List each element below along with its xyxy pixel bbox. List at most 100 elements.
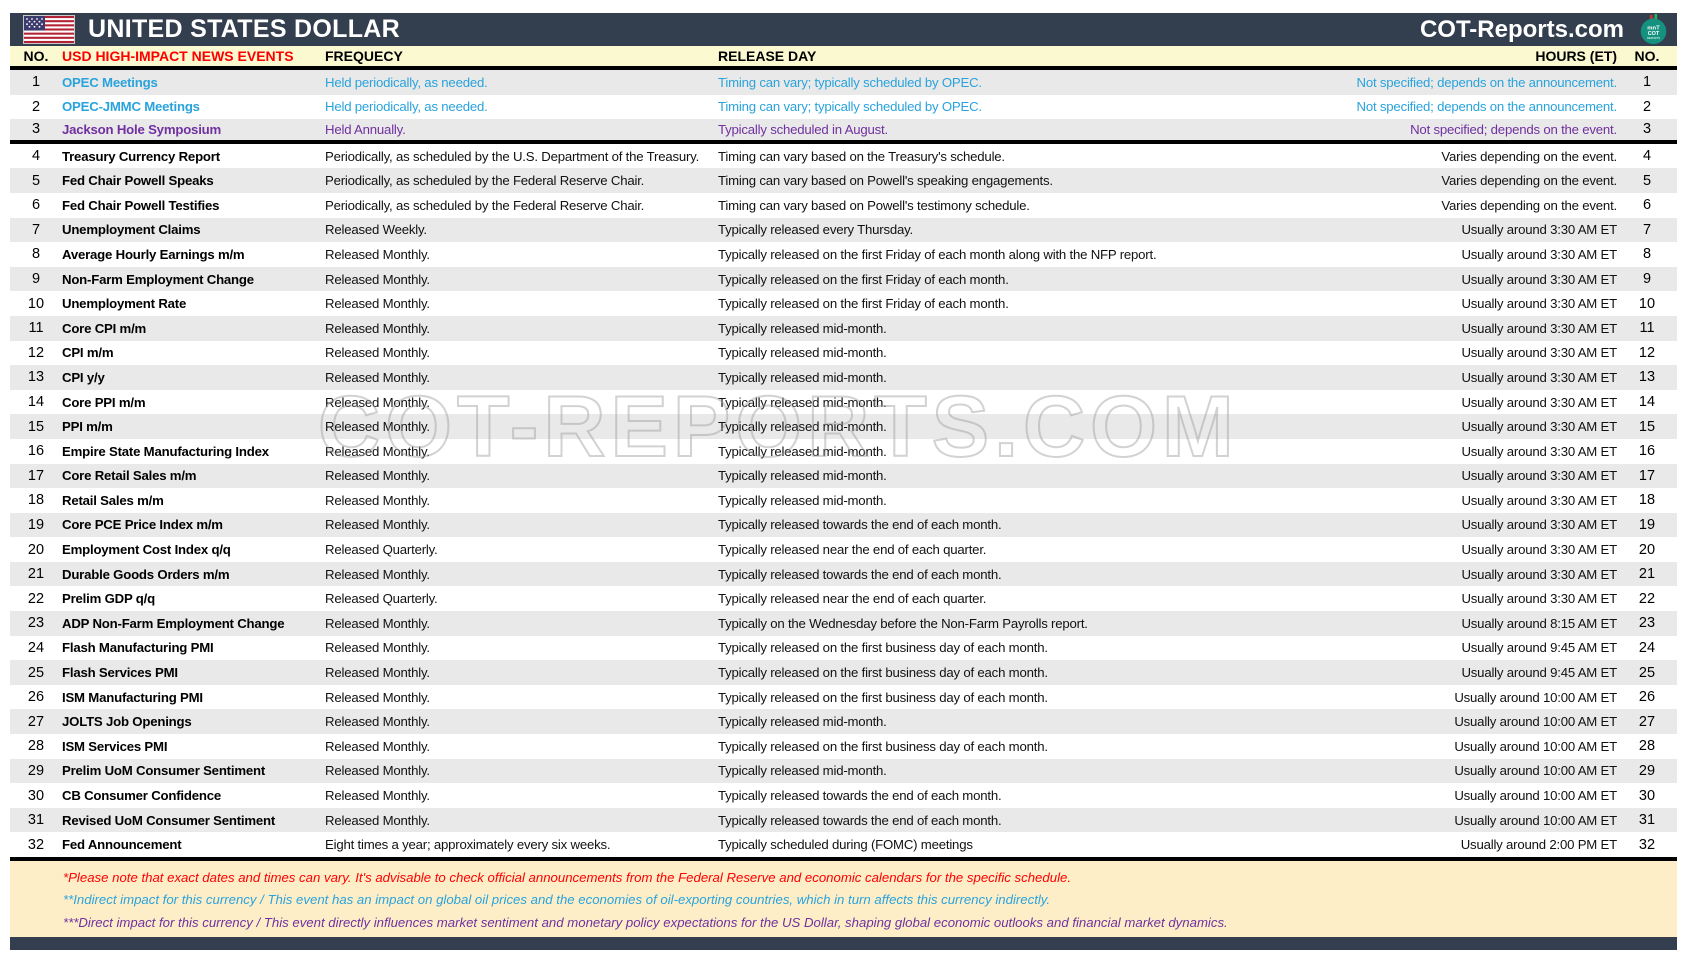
event-hours: Usually around 10:00 AM ET <box>1158 690 1617 705</box>
event-frequency: Released Weekly. <box>325 222 718 237</box>
event-release-day: Typically released mid-month. <box>718 468 1158 483</box>
row-number-right: 31 <box>1617 812 1677 828</box>
event-hours: Usually around 3:30 AM ET <box>1158 567 1617 582</box>
table-row: 10 Unemployment Rate Released Monthly. T… <box>10 291 1677 316</box>
row-number-right: 17 <box>1617 468 1677 484</box>
event-hours: Usually around 3:30 AM ET <box>1158 296 1617 311</box>
row-number-right: 14 <box>1617 394 1677 410</box>
event-name: Unemployment Rate <box>62 296 325 311</box>
event-release-day: Typically released near the end of each … <box>718 542 1158 557</box>
row-number-left: 14 <box>10 394 62 410</box>
table-row: 16 Empire State Manufacturing Index Rele… <box>10 439 1677 464</box>
table-row: 26 ISM Manufacturing PMI Released Monthl… <box>10 685 1677 710</box>
event-hours: Not specified; depends on the announceme… <box>1158 99 1617 114</box>
event-name: CPI y/y <box>62 370 325 385</box>
row-number-left: 28 <box>10 738 62 754</box>
row-number-right: 19 <box>1617 517 1677 533</box>
event-hours: Usually around 3:30 AM ET <box>1158 591 1617 606</box>
event-frequency: Released Monthly. <box>325 567 718 582</box>
row-number-left: 11 <box>10 320 62 336</box>
row-number-left: 16 <box>10 443 62 459</box>
event-release-day: Timing can vary; typically scheduled by … <box>718 99 1158 114</box>
event-name: OPEC Meetings <box>62 75 325 90</box>
row-number-right: 4 <box>1617 148 1677 164</box>
table-row: 7 Unemployment Claims Released Weekly. T… <box>10 218 1677 243</box>
event-frequency: Held periodically, as needed. <box>325 75 718 90</box>
event-frequency: Periodically, as scheduled by the Federa… <box>325 198 718 213</box>
table-row: 3 Jackson Hole Symposium Held Annually. … <box>10 119 1677 144</box>
event-hours: Usually around 2:00 PM ET <box>1158 837 1617 852</box>
event-frequency: Released Monthly. <box>325 763 718 778</box>
row-number-right: 3 <box>1617 121 1677 137</box>
event-frequency: Released Quarterly. <box>325 542 718 557</box>
table-row: 9 Non-Farm Employment Change Released Mo… <box>10 267 1677 292</box>
table-row: 32 Fed Announcement Eight times a year; … <box>10 832 1677 857</box>
table-row: 4 Treasury Currency Report Periodically,… <box>10 144 1677 169</box>
column-header-row: NO. USD HIGH-IMPACT NEWS EVENTS FREQUECY… <box>10 46 1677 70</box>
event-name: PPI m/m <box>62 419 325 434</box>
row-number-right: 1 <box>1617 74 1677 90</box>
col-header-release-day: RELEASE DAY <box>718 48 1158 64</box>
event-release-day: Typically released mid-month. <box>718 444 1158 459</box>
row-number-right: 20 <box>1617 542 1677 558</box>
brand-link[interactable]: COT-Reports.com <box>1420 16 1624 44</box>
report-page: UNITED STATES DOLLAR COT-Reports.com mnT… <box>0 0 1685 968</box>
event-frequency: Released Monthly. <box>325 788 718 803</box>
row-number-left: 8 <box>10 246 62 262</box>
row-number-right: 25 <box>1617 665 1677 681</box>
event-hours: Varies depending on the event. <box>1158 198 1617 213</box>
event-frequency: Eight times a year; approximately every … <box>325 837 718 852</box>
event-hours: Usually around 3:30 AM ET <box>1158 444 1617 459</box>
event-name: ISM Services PMI <box>62 739 325 754</box>
row-number-right: 7 <box>1617 222 1677 238</box>
event-release-day: Typically released mid-month. <box>718 763 1158 778</box>
row-number-right: 24 <box>1617 640 1677 656</box>
row-number-right: 11 <box>1617 320 1677 336</box>
table-row: 23 ADP Non-Farm Employment Change Releas… <box>10 611 1677 636</box>
row-number-left: 29 <box>10 763 62 779</box>
table-row: 24 Flash Manufacturing PMI Released Mont… <box>10 636 1677 661</box>
event-hours: Varies depending on the event. <box>1158 173 1617 188</box>
event-release-day: Timing can vary based on Powell's testim… <box>718 198 1158 213</box>
event-frequency: Released Monthly. <box>325 395 718 410</box>
row-number-left: 22 <box>10 591 62 607</box>
row-number-right: 12 <box>1617 345 1677 361</box>
row-number-right: 10 <box>1617 296 1677 312</box>
row-number-left: 19 <box>10 517 62 533</box>
table-row: 15 PPI m/m Released Monthly. Typically r… <box>10 414 1677 439</box>
event-name: Non-Farm Employment Change <box>62 272 325 287</box>
event-hours: Usually around 3:30 AM ET <box>1158 222 1617 237</box>
footnote-schedule-disclaimer: *Please note that exact dates and times … <box>63 866 1677 889</box>
event-name: CB Consumer Confidence <box>62 788 325 803</box>
event-release-day: Typically released towards the end of ea… <box>718 517 1158 532</box>
event-hours: Usually around 10:00 AM ET <box>1158 788 1617 803</box>
event-hours: Usually around 3:30 AM ET <box>1158 370 1617 385</box>
table-row: 13 CPI y/y Released Monthly. Typically r… <box>10 365 1677 390</box>
col-header-no-right: NO. <box>1617 48 1677 64</box>
event-frequency: Released Quarterly. <box>325 591 718 606</box>
event-name: Core PPI m/m <box>62 395 325 410</box>
table-row: 1 OPEC Meetings Held periodically, as ne… <box>10 70 1677 95</box>
event-hours: Usually around 3:30 AM ET <box>1158 247 1617 262</box>
row-number-left: 9 <box>10 271 62 287</box>
event-frequency: Held Annually. <box>325 122 718 137</box>
event-release-day: Typically released mid-month. <box>718 419 1158 434</box>
event-hours: Usually around 10:00 AM ET <box>1158 813 1617 828</box>
event-frequency: Released Monthly. <box>325 517 718 532</box>
event-hours: Usually around 3:30 AM ET <box>1158 272 1617 287</box>
event-release-day: Typically released every Thursday. <box>718 222 1158 237</box>
event-release-day: Typically released on the first Friday o… <box>718 247 1158 262</box>
event-frequency: Released Monthly. <box>325 616 718 631</box>
event-hours: Usually around 10:00 AM ET <box>1158 763 1617 778</box>
event-frequency: Released Monthly. <box>325 714 718 729</box>
event-frequency: Released Monthly. <box>325 813 718 828</box>
cot-reports-logo-icon[interactable]: mnT COT REPORTS <box>1638 14 1669 45</box>
row-number-left: 6 <box>10 197 62 213</box>
event-frequency: Periodically, as scheduled by the Federa… <box>325 173 718 188</box>
event-name: JOLTS Job Openings <box>62 714 325 729</box>
event-name: Retail Sales m/m <box>62 493 325 508</box>
event-hours: Usually around 3:30 AM ET <box>1158 468 1617 483</box>
footnote-indirect-impact: **Indirect impact for this currency / Th… <box>63 889 1677 912</box>
event-name: Durable Goods Orders m/m <box>62 567 325 582</box>
footnotes-block: *Please note that exact dates and times … <box>10 861 1677 937</box>
